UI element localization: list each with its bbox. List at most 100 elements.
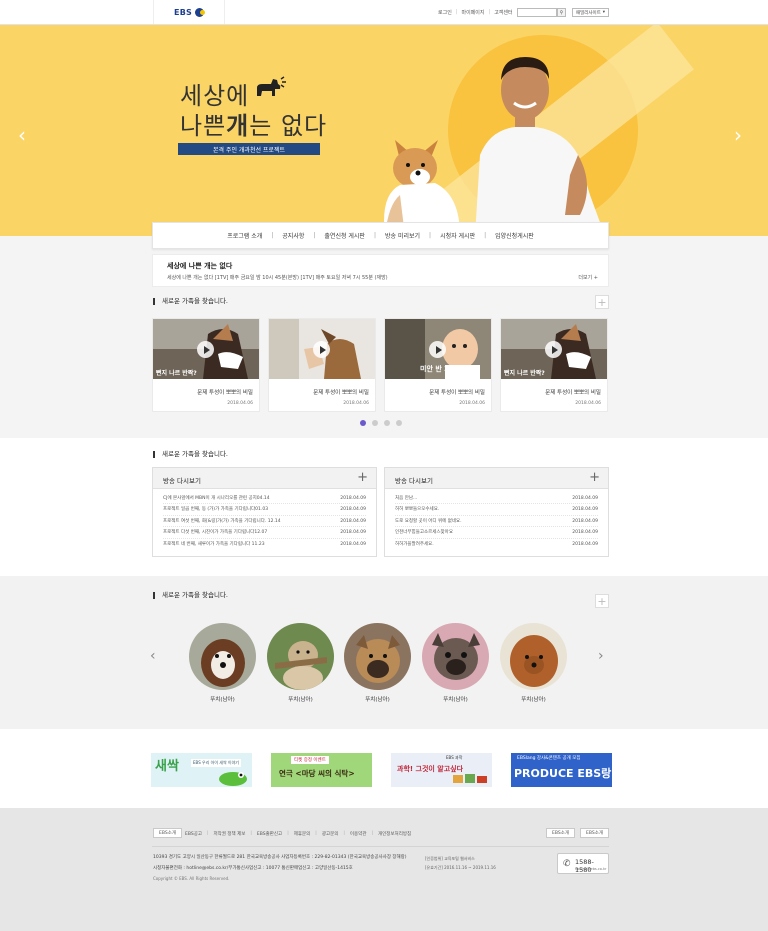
menu-item-apply[interactable]: 출연신청 게시판	[315, 231, 374, 240]
carousel-dot-active[interactable]	[360, 420, 366, 426]
video-title: 문제 투성이 뽀뽀의 비밀	[429, 390, 485, 396]
board-row[interactable]: 처음 만남... 2018.04.09	[395, 493, 598, 505]
carousel-dot[interactable]	[372, 420, 378, 426]
banner-subtitle: 티켓 증정 이벤트	[291, 756, 329, 764]
board-row[interactable]: 허허가을팔려주세요. 2018.04.09	[395, 539, 598, 550]
plus-icon[interactable]: +	[357, 471, 368, 484]
section-more-button[interactable]: +	[595, 295, 609, 309]
footer-link[interactable]: EBS출판신고	[257, 831, 282, 837]
board-row[interactable]: 허허 뽀뽀들으오수세요. 2018.04.09	[395, 504, 598, 516]
menu-item-notice[interactable]: 공지사항	[273, 231, 313, 240]
video-thumbnail: 뻔지 나르 반짝?	[153, 319, 259, 379]
hero-title-line2: 나쁜개는 없다	[180, 112, 328, 140]
footer-link[interactable]: EBS공고	[185, 831, 202, 837]
video-date: 2018.04.06	[343, 401, 369, 406]
banner-science[interactable]: 과학! 그것이 알고싶다 EBS 과학	[391, 753, 492, 787]
video-title: 문제 투성이 뽀뽀의 비밀	[545, 390, 601, 396]
dogs-next-arrow-icon[interactable]: ›	[598, 648, 604, 664]
dog-photo[interactable]	[267, 623, 334, 690]
board-header: 방송 다시보기 +	[385, 468, 608, 489]
menu-item-intro[interactable]: 프로그램 소개	[218, 231, 271, 240]
banner-produce[interactable]: EBSlang 강사&콘텐츠 공개 모집 PRODUCE EBS랑	[511, 753, 612, 787]
login-link[interactable]: 로그인	[438, 9, 452, 16]
carousel-dot[interactable]	[396, 420, 402, 426]
program-info-box: 세상에 나쁜 개는 없다 세상에 나쁜 개는 없다 [1TV] 매주 금요일 밤…	[152, 254, 609, 287]
footer-phone-number: 1588-1580	[575, 858, 594, 874]
footer-divider	[152, 846, 609, 847]
dog-photo[interactable]	[422, 623, 489, 690]
search-icon: ⚲	[559, 9, 564, 16]
video-thumbnail	[269, 319, 375, 379]
dog-name: 뚜치(남아)	[521, 697, 546, 703]
mypage-link[interactable]: 마이페이지	[462, 9, 485, 16]
host-photo	[475, 57, 605, 236]
more-link[interactable]: 더보기 +	[578, 274, 598, 281]
plus-icon[interactable]: +	[589, 471, 600, 484]
footer-right-button[interactable]: EBS소개	[546, 828, 575, 838]
program-menu: 프로그램 소개 | 공지사항 | 출연신청 게시판 | 방송 미리보기 | 시청자 게시…	[152, 222, 609, 249]
separator: |	[455, 9, 458, 15]
board-row[interactable]: 도로 요청할 곳이 어디 위에 없네요. 2018.04.09	[395, 516, 598, 528]
dog-photo[interactable]	[500, 623, 567, 690]
board-list: CJ에 본사앞에서 MBN이 개 시나리오를 관련 공지04.14 2018.04…	[153, 493, 376, 550]
menu-item-viewer-board[interactable]: 시청자 게시판	[431, 231, 484, 240]
banner-saessak[interactable]: 새싹 EBS 우리 아이 새싹 이야기	[151, 753, 252, 787]
logo-text: EBS	[174, 7, 192, 17]
customer-center-link[interactable]: 고객센터	[494, 9, 512, 16]
footer-link[interactable]: 제휴문의	[294, 831, 311, 837]
footer-contact: 시청자불편전화 : hotline@ebs.co.kr/부가통신사업신고 : 1…	[153, 866, 353, 871]
search-input[interactable]	[517, 8, 557, 17]
replay-board-right: 방송 다시보기 + 처음 만남... 2018.04.09 허허 뽀뽀들으오수세요…	[384, 467, 609, 557]
footer-right-button[interactable]: EBS소개	[580, 828, 609, 838]
section-more-button[interactable]: +	[595, 594, 609, 608]
family-site-label: 패밀리사이트	[576, 10, 601, 16]
menu-item-adoption[interactable]: 입양신청게시판	[486, 231, 543, 240]
board-row[interactable]: 프로젝트 일곱 번째, 동 (가)가 가족을 기다립니다01.03 2018.04…	[163, 504, 366, 516]
footer-link[interactable]: 이용약관	[350, 831, 367, 837]
search-button[interactable]: ⚲	[557, 8, 566, 17]
dogs-prev-arrow-icon[interactable]: ‹	[150, 648, 156, 664]
section-title: 새로운 가족을 찾습니다.	[153, 451, 228, 458]
footer-link[interactable]: 광고문의	[322, 831, 339, 837]
svg-text:뻔지 나르 반짝?: 뻔지 나르 반짝?	[156, 369, 197, 377]
video-card[interactable]: 뻔지 나르 반짝? 문제 투성이 뽀뽀의 비밀 2018.04.06	[500, 318, 608, 412]
video-card[interactable]: 문제 투성이 뽀뽀의 비밀 2018.04.06	[268, 318, 376, 412]
footer-phone-box: ✆ 1588-1580 hotline@ebs.co.kr	[557, 853, 609, 874]
video-card[interactable]: 미안 반 차 문제 투성이 뽀뽀의 비밀 2018.04.06	[384, 318, 492, 412]
hero-prev-arrow-icon[interactable]: ‹	[18, 123, 36, 147]
dog-name: 뚜치(남아)	[210, 697, 235, 703]
banner-subtitle: EBS 우리 아이 새싹 이야기	[191, 759, 241, 767]
top-bar: EBS 로그인 | 마이페이지 | 고객센터 ⚲ 패밀리사이트 ▾	[0, 0, 768, 25]
footer-ebs-intro-button[interactable]: EBS소개	[153, 828, 182, 838]
dog-name: 뚜치(남아)	[443, 697, 468, 703]
board-row[interactable]: 프로젝트 네 번째, 새루이가 가족을 기다립니다 11.23 2018.04.0…	[163, 539, 366, 550]
chevron-down-icon: ▾	[602, 10, 605, 15]
family-site-select[interactable]: 패밀리사이트 ▾	[572, 8, 609, 17]
play-icon	[429, 341, 446, 358]
plus-icon: +	[597, 594, 607, 608]
hero-next-arrow-icon[interactable]: ›	[734, 123, 752, 147]
menu-item-preview[interactable]: 방송 미리보기	[376, 231, 429, 240]
ebs-logo[interactable]: EBS	[153, 0, 225, 24]
board-row[interactable]: 프로젝트 여섯 번째, 화[&링]가(가) 가족을 기다립니다. 12.14 20…	[163, 516, 366, 528]
banner-play[interactable]: 티켓 증정 이벤트 연극 <마당 씨의 식탁>	[271, 753, 372, 787]
footer-links: EBS공고 | 저작권 정책 제보 | EBS출판신고 | 제휴문의 | 광고문의 | 이…	[185, 831, 412, 837]
video-thumbnail: 미안 반 차	[385, 319, 491, 379]
banner-title: 새싹	[155, 759, 179, 774]
board-row[interactable]: 프로젝트 다섯 번째, 시진이가 가족을 기다립니다12.07 2018.04.0…	[163, 527, 366, 539]
footer	[0, 808, 768, 931]
dog-photo[interactable]	[189, 623, 256, 690]
replay-board-left: 방송 다시보기 + CJ에 본사앞에서 MBN이 개 시나리오를 관련 공지04…	[152, 467, 377, 557]
section-title: 새로운 가족을 찾습니다.	[153, 298, 228, 305]
board-row[interactable]: CJ에 본사앞에서 MBN이 개 시나리오를 관련 공지04.14 2018.04…	[163, 493, 366, 505]
footer-link[interactable]: 개인정보처리방침	[378, 831, 411, 837]
separator: |	[488, 9, 491, 15]
play-icon	[545, 341, 562, 358]
video-card[interactable]: 뻔지 나르 반짝? 문제 투성이 뽀뽀의 비밀 2018.04.06	[152, 318, 260, 412]
footer-copyright: Copyright © EBS. All Rights Reserved.	[153, 876, 230, 881]
board-row[interactable]: 인천너무힘들고소르세스찾아요 2018.04.09	[395, 527, 598, 539]
carousel-dot[interactable]	[384, 420, 390, 426]
dog-photo[interactable]	[344, 623, 411, 690]
program-schedule: 세상에 나쁜 개는 없다 [1TV] 매주 금요일 밤 10시 45분(본방) …	[167, 275, 388, 281]
footer-link[interactable]: 저작권 정책 제보	[214, 831, 246, 837]
